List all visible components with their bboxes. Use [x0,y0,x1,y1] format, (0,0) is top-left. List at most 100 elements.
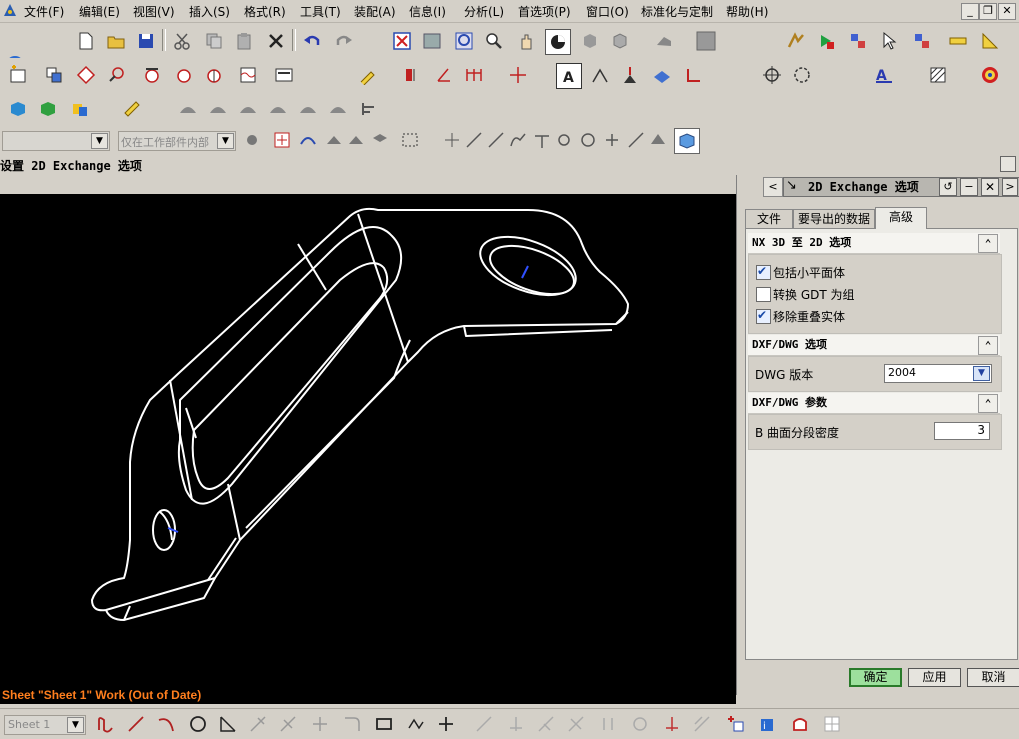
rectangle-icon[interactable] [372,712,396,736]
dxf-params-header[interactable]: DXF/DWG 参数 ⌃ [748,393,1000,414]
horizontal-dim-icon[interactable] [504,712,528,736]
datum-icon[interactable] [618,63,642,87]
select-icon[interactable] [846,29,870,53]
surface-density-input[interactable]: 3 [934,422,990,440]
quadrant-icon[interactable] [576,128,600,152]
feature-snap-icon[interactable] [368,128,392,152]
nx-options-header[interactable]: NX 3D 至 2D 选项 ⌃ [748,233,1000,254]
zoom-in-out-icon[interactable] [482,29,506,53]
endpoint-icon[interactable] [440,128,464,152]
close-dialog-button[interactable]: ✕ [981,178,999,196]
tab-export-data[interactable]: 要导出的数据 [793,209,875,229]
fillet-icon[interactable] [216,712,240,736]
surface-6-icon[interactable] [326,97,350,121]
grid-icon[interactable] [820,712,844,736]
detail-view-icon[interactable] [104,63,128,87]
component-icon[interactable] [36,97,60,121]
extend-icon[interactable] [308,712,332,736]
color-wheel-icon[interactable] [978,63,1002,87]
trim-icon[interactable] [276,712,300,736]
zoom-window-icon[interactable] [420,29,444,53]
assembly-icon[interactable] [6,97,30,121]
scope-combo[interactable]: 仅在工作部件内部 ▼ [118,131,236,151]
centerline-icon[interactable] [506,63,530,87]
show-constraints-icon[interactable] [690,712,714,736]
snap-icon[interactable] [910,29,934,53]
face-snap-icon[interactable] [322,128,346,152]
intersection-icon[interactable] [530,128,554,152]
edit-object-icon[interactable] [120,97,144,121]
surface-5-icon[interactable] [296,97,320,121]
wireframe-icon[interactable] [608,29,632,53]
delete-icon[interactable] [264,29,288,53]
rect-select-icon[interactable] [398,128,422,152]
copy-icon[interactable] [202,29,226,53]
cursor-select-icon[interactable] [878,29,902,53]
cue-expand-button[interactable] [1000,156,1016,172]
dialog-back-button[interactable]: < [763,177,783,197]
open-icon[interactable] [104,29,128,53]
surface-4-icon[interactable] [266,97,290,121]
menu-format[interactable]: 格式(R) [244,3,286,20]
cube-view-icon[interactable] [674,128,700,154]
filter-settings-icon[interactable] [240,128,264,152]
ruler-icon[interactable] [946,29,970,53]
corner-icon[interactable] [340,712,364,736]
chain-dimension-icon[interactable] [462,63,486,87]
polyline-icon[interactable] [404,712,428,736]
rotate-icon[interactable] [545,29,571,55]
arc-icon[interactable] [154,712,178,736]
menu-information[interactable]: 信息(I) [409,3,446,20]
dimension-icon[interactable] [400,63,424,87]
center-snap-icon[interactable] [552,128,576,152]
paste-icon[interactable] [232,29,256,53]
surface-finish-icon[interactable] [650,63,674,87]
surface-1-icon[interactable] [176,97,200,121]
revolved-section-icon[interactable] [202,63,226,87]
point-icon[interactable] [434,712,458,736]
note-icon[interactable]: A [556,63,582,89]
view-orient-icon[interactable] [652,29,676,53]
sketch-icon[interactable] [356,63,380,87]
projected-view-icon[interactable] [74,63,98,87]
text-style-icon[interactable]: A [872,63,896,87]
target-point-icon[interactable] [760,63,784,87]
pan-icon[interactable] [514,29,538,53]
dwg-version-select[interactable]: 2004 ▼ [884,364,992,383]
perpendicular-dim-icon[interactable] [564,712,588,736]
ok-button[interactable]: 确定 [849,668,902,687]
surface-3-icon[interactable] [236,97,260,121]
body-snap-icon[interactable] [344,128,368,152]
constraint-icon[interactable] [68,97,92,121]
remove-overlap-checkbox[interactable] [756,308,771,324]
tab-file[interactable]: 文件 [745,209,793,229]
redo-icon[interactable] [332,29,356,53]
parallel-dim-icon[interactable] [534,712,558,736]
menu-assemblies[interactable]: 装配(A) [354,3,396,20]
fit-icon[interactable] [390,29,414,53]
section-view-icon[interactable] [140,63,164,87]
restore-window-button[interactable]: ❐ [979,3,997,20]
menu-standardization[interactable]: 标准化与定制 [641,3,713,20]
point-snap-icon[interactable] [600,128,624,152]
menu-analysis[interactable]: 分析(L) [464,3,504,20]
menu-window[interactable]: 窗口(O) [586,3,629,20]
line-icon[interactable] [124,712,148,736]
menu-preferences[interactable]: 首选项(P) [518,3,571,20]
constraint-dim-icon[interactable] [660,712,684,736]
filter-combo[interactable]: ▼ [2,131,110,151]
chevron-up-icon[interactable]: ⌃ [978,394,998,413]
shape-icon[interactable] [788,712,812,736]
apply-button[interactable]: 应用 [908,668,961,687]
menu-edit[interactable]: 编辑(E) [79,3,120,20]
radius-dim-icon[interactable] [596,712,620,736]
protractor-icon[interactable] [978,29,1002,53]
circle-icon[interactable] [186,712,210,736]
convert-gdt-checkbox[interactable] [756,287,771,302]
curve-snap-icon[interactable] [296,128,320,152]
quick-dimension-icon[interactable] [472,712,496,736]
base-view-icon[interactable] [42,63,66,87]
midpoint-icon[interactable] [484,128,508,152]
weld-symbol-icon[interactable] [682,63,706,87]
view-label-icon[interactable] [272,63,296,87]
